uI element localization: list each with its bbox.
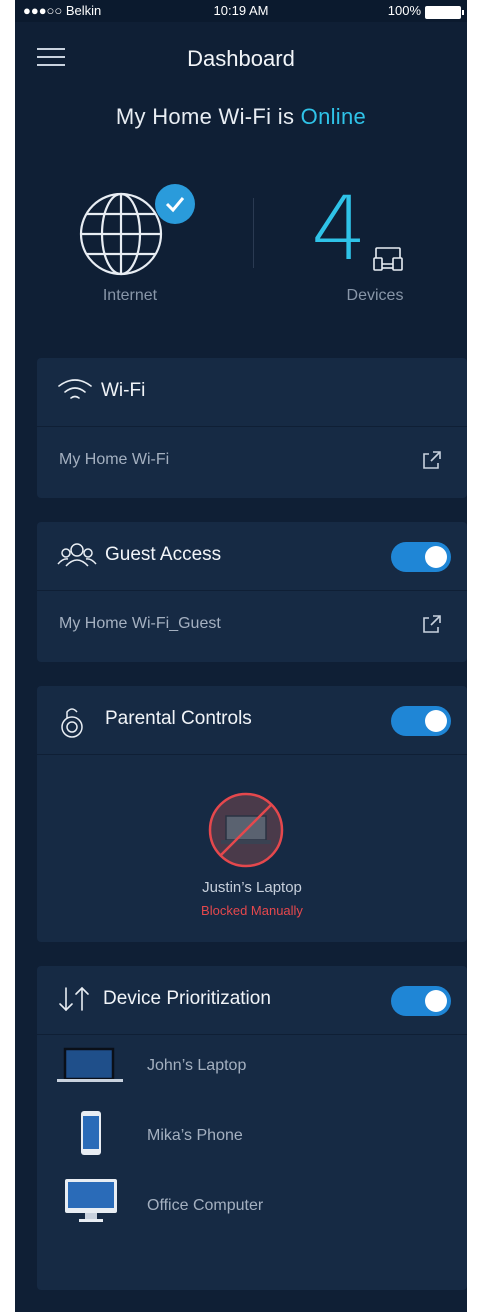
sort-arrows-icon: [59, 986, 89, 1012]
device-prioritization-card: Device Prioritization John’s Laptop Mika…: [37, 966, 467, 1290]
wifi-card-title: Wi-Fi: [101, 380, 146, 401]
external-link-icon[interactable]: [421, 449, 443, 471]
device-count[interactable]: 4: [311, 184, 367, 274]
parental-controls-title: Parental Controls: [105, 708, 252, 729]
device-name: Office Computer: [147, 1197, 264, 1214]
device-name: John’s Laptop: [147, 1057, 247, 1074]
guest-network-row[interactable]: My Home Wi-Fi_Guest: [37, 591, 467, 661]
devices-label: Devices: [346, 287, 404, 304]
dashboard-screen: ●●●○○ Belkin 10:19 AM 100% Dashboard My …: [15, 0, 467, 1312]
wifi-network-row[interactable]: My Home Wi-Fi: [37, 427, 467, 497]
online-status: Online: [300, 104, 367, 129]
status-bar: ●●●○○ Belkin 10:19 AM 100%: [15, 0, 467, 22]
device-prioritization-title: Device Prioritization: [103, 988, 271, 1009]
guest-network-name: My Home Wi-Fi_Guest: [59, 615, 221, 632]
device-name: Mika’s Phone: [147, 1127, 243, 1144]
guest-access-title: Guest Access: [105, 544, 222, 565]
page-title: Dashboard: [187, 46, 295, 71]
padlock-icon: [61, 708, 83, 738]
blocked-laptop-icon: [208, 792, 284, 868]
parental-controls-header: Parental Controls: [37, 686, 467, 755]
list-item[interactable]: Office Computer: [37, 1177, 467, 1239]
toggle-knob: [425, 546, 447, 568]
guest-users-icon: [57, 543, 97, 567]
internet-status-button[interactable]: [79, 180, 195, 280]
parental-controls-card: Parental Controls Justin’s Laptop Blocke…: [37, 686, 467, 942]
guest-access-toggle[interactable]: [391, 542, 451, 572]
battery-icon: [425, 6, 464, 19]
toggle-knob: [425, 710, 447, 732]
external-link-icon[interactable]: [421, 613, 443, 635]
device-prioritization-toggle[interactable]: [391, 986, 451, 1016]
toggle-knob: [425, 990, 447, 1012]
internet-label: Internet: [102, 287, 158, 304]
network-status: My Home Wi-Fi is Online: [15, 104, 467, 130]
phone-icon: [81, 1111, 101, 1155]
blocked-device-status: Blocked Manually: [201, 903, 303, 918]
blocked-device-name: Justin’s Laptop: [202, 879, 302, 896]
device-prioritization-header: Device Prioritization: [37, 966, 467, 1035]
list-item[interactable]: John’s Laptop: [37, 1037, 467, 1099]
network-status-prefix: My Home Wi-Fi is: [115, 104, 301, 129]
checkmark-icon: [165, 197, 185, 213]
wifi-icon: [58, 379, 92, 399]
guest-access-header: Guest Access: [37, 522, 467, 591]
wifi-card: Wi-Fi My Home Wi-Fi: [37, 358, 467, 498]
wifi-network-name: My Home Wi-Fi: [59, 451, 170, 468]
desktop-icon: [65, 1179, 117, 1222]
prioritized-device-list: John’s Laptop Mika’s Phone Office Comput…: [37, 1035, 467, 1291]
summary-divider: [253, 198, 254, 268]
blocked-device[interactable]: Justin’s Laptop Blocked Manually: [37, 755, 467, 943]
parental-controls-toggle[interactable]: [391, 706, 451, 736]
wifi-card-header[interactable]: Wi-Fi: [37, 358, 467, 427]
online-check-badge: [155, 184, 195, 224]
devices-icon: [373, 247, 403, 271]
list-item[interactable]: Mika’s Phone: [37, 1107, 467, 1169]
laptop-icon: [57, 1047, 123, 1082]
battery-percent: 100%: [387, 3, 421, 18]
guest-access-card: Guest Access My Home Wi-Fi_Guest: [37, 522, 467, 662]
